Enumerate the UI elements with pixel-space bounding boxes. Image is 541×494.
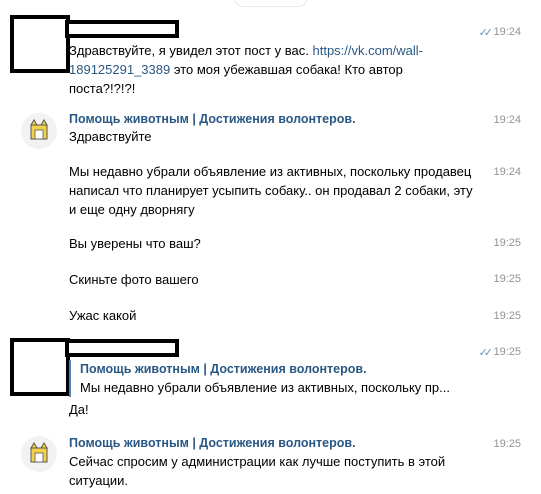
message-text: Здравствуйте xyxy=(69,129,152,144)
quote-text: Мы недавно убрали объявление из активных… xyxy=(80,380,450,395)
avatar[interactable] xyxy=(10,338,70,396)
message-time: 19:24 xyxy=(493,166,521,178)
message-time: 19:25 xyxy=(493,438,521,450)
message-text: Здравствуйте, я увидел этот пост у вас. … xyxy=(69,43,424,96)
message-time: 19:25 xyxy=(493,237,521,249)
message-time: 19:25 xyxy=(493,310,521,322)
message-text: Вы уверены что ваш? xyxy=(69,236,201,251)
message-time: 19:24 xyxy=(493,114,521,126)
double-check-icon: ✓✓ xyxy=(478,347,494,359)
cat-avatar-icon[interactable] xyxy=(21,436,57,472)
message-text: Скиньте фото вашего xyxy=(69,272,199,287)
author-name[interactable]: Помощь животным | Достижения волонтеров. xyxy=(69,112,356,126)
message-time: 19:24 xyxy=(493,26,521,38)
avatar[interactable] xyxy=(10,15,70,73)
message-time: 19:25 xyxy=(493,273,521,285)
top-tab-fragment xyxy=(235,0,307,7)
author-name-redacted[interactable] xyxy=(65,339,179,357)
author-name-redacted[interactable] xyxy=(65,20,179,38)
quote-author: Помощь животным | Достижения волонтеров. xyxy=(80,362,367,376)
message-text: Мы недавно убрали объявление из активных… xyxy=(69,164,473,217)
message-text: Ужас какой xyxy=(69,308,137,323)
message-time: 19:25 xyxy=(493,346,521,358)
double-check-icon: ✓✓ xyxy=(478,27,494,39)
cat-avatar-icon[interactable] xyxy=(21,113,57,149)
message-text: Да! xyxy=(69,402,89,417)
author-name[interactable]: Помощь животным | Достижения волонтеров. xyxy=(69,436,356,450)
message-text: Сейчас спросим у администрации как лучше… xyxy=(69,454,446,488)
reply-quote[interactable]: Помощь животным | Достижения волонтеров.… xyxy=(69,360,450,397)
